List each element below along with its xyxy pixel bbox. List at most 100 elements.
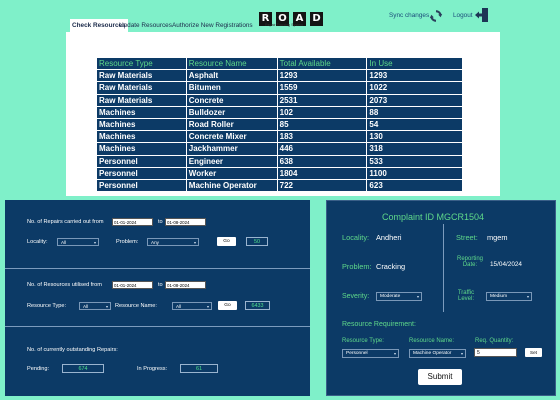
column-header: Resource Type	[96, 56, 187, 71]
complaint-panel: Complaint ID MGCR1504 Locality: Andheri …	[326, 200, 556, 396]
locality-value: Andheri	[376, 233, 402, 242]
resource-requirement-title: Resource Requirement:	[342, 321, 416, 328]
section-divider	[5, 326, 310, 327]
req-quantity-input[interactable]: 5	[474, 348, 517, 357]
problem-value: Cracking	[376, 262, 406, 271]
column-divider	[443, 224, 444, 312]
chevron-down-icon: ▾	[206, 304, 209, 309]
reporting-date-label: Reporting Date:	[455, 256, 485, 268]
resource-name-select[interactable]: All ▾	[172, 302, 212, 310]
reporting-date-value: 15/04/2024	[490, 261, 522, 268]
severity-select[interactable]: Moderate ▾	[376, 292, 422, 301]
set-button[interactable]: Set	[525, 348, 542, 357]
table-cell: Concrete Mixer	[185, 130, 278, 144]
table-cell: Asphalt	[185, 69, 278, 83]
table-cell: 1100	[366, 166, 463, 180]
top-nav-bar: Check Resources Update Resources Authori…	[66, 4, 500, 32]
requirement-resource-name-select[interactable]: Machine Operator ▾	[409, 349, 466, 358]
chevron-down-icon: ▾	[460, 351, 463, 356]
problem-select[interactable]: Any ▾	[147, 238, 199, 246]
locality-select[interactable]: All ▾	[57, 238, 99, 246]
table-cell: Concrete	[185, 93, 278, 107]
complaint-title: Complaint ID MGCR1504	[382, 212, 485, 222]
chevron-down-icon: ▾	[193, 240, 196, 245]
resource-name-label: Resource Name:	[115, 303, 157, 309]
table-row: Raw Materials Bitumen 1559 1022	[96, 81, 463, 95]
requirement-resource-name-value: Machine Operator	[413, 351, 452, 356]
table-row: Machines Concrete Mixer 183 130	[96, 130, 463, 144]
table-cell: 446	[276, 142, 368, 156]
repairs-from-date-input[interactable]: 01-01-2024	[112, 218, 153, 226]
locality-label: Locality:	[27, 239, 48, 245]
table-cell: Machines	[96, 142, 187, 156]
problem-label: Problem:	[342, 262, 372, 271]
logout-label[interactable]: Logout	[453, 12, 473, 19]
table-cell: Bulldozer	[185, 105, 278, 119]
in-progress-count-output: 61	[180, 364, 218, 373]
sync-icon[interactable]	[429, 9, 443, 23]
resources-go-button[interactable]: Go	[218, 301, 237, 310]
table-row: Raw Materials Concrete 2531 2073	[96, 93, 463, 107]
to-label: to	[158, 219, 163, 225]
statistics-panel: No. of Repairs carried out from 01-01-20…	[5, 200, 310, 396]
resource-type-select[interactable]: All ▾	[79, 302, 111, 310]
table-cell: Engineer	[185, 154, 278, 168]
repairs-go-button[interactable]: Go	[217, 237, 236, 246]
table-cell: Machine Operator	[185, 178, 278, 193]
chevron-down-icon: ▾	[416, 294, 419, 299]
street-label: Street:	[456, 233, 478, 242]
table-cell: 1804	[276, 166, 368, 180]
logout-icon[interactable]	[475, 7, 489, 23]
traffic-level-select-value: Medium	[490, 294, 508, 299]
resources-to-date-input[interactable]: 01-08-2024	[165, 281, 206, 289]
req-quantity-label: Req. Quantity:	[475, 338, 514, 344]
table-cell: 54	[366, 117, 463, 132]
sync-changes-label[interactable]: Sync changes	[389, 12, 429, 19]
resources-table: Resource Type Resource Name Total Availa…	[96, 56, 463, 193]
chevron-down-icon: ▾	[93, 240, 96, 245]
traffic-level-select[interactable]: Medium ▾	[486, 292, 532, 301]
table-cell: Personnel	[96, 178, 187, 193]
table-cell: 318	[366, 142, 463, 156]
table-cell: Machines	[96, 130, 187, 144]
chevron-down-icon: ▾	[526, 294, 529, 299]
table-cell: Machines	[96, 105, 187, 119]
table-cell: Raw Materials	[96, 81, 187, 95]
table-cell: 638	[276, 154, 368, 168]
table-cell: 85	[276, 117, 368, 132]
repairs-to-date-input[interactable]: 01-08-2024	[165, 218, 206, 226]
table-row: Personnel Worker 1804 1100	[96, 166, 463, 180]
problem-select-value: Any	[151, 240, 159, 245]
table-cell: 183	[276, 130, 368, 144]
table-cell: Personnel	[96, 166, 187, 180]
requirement-resource-type-value: Personnel	[346, 351, 368, 356]
locality-label: Locality:	[342, 233, 370, 242]
table-cell: Worker	[185, 166, 278, 180]
resources-from-date-input[interactable]: 01-01-2024	[112, 281, 153, 289]
pending-count-output: 674	[62, 364, 104, 373]
resource-name-select-value: All	[176, 304, 182, 309]
severity-select-value: Moderate	[380, 294, 401, 299]
table-row: Machines Jackhammer 446 318	[96, 142, 463, 156]
table-cell: 533	[366, 154, 463, 168]
column-header: Total Available	[276, 56, 368, 71]
table-cell: 1022	[366, 81, 463, 95]
repairs-range-label: No. of Repairs carried out from	[27, 219, 104, 225]
table-cell: 2531	[276, 93, 368, 107]
chevron-down-icon: ▾	[393, 351, 396, 356]
logo-subtitle: Repair Tracking System	[265, 23, 304, 27]
table-cell: 130	[366, 130, 463, 144]
pending-label: Pending:	[27, 366, 50, 372]
table-cell: Raw Materials	[96, 93, 187, 107]
submit-button[interactable]: Submit	[418, 369, 462, 385]
tab-authorize-registrations[interactable]: Authorize New Registrations	[172, 22, 253, 29]
table-row: Personnel Machine Operator 722 623	[96, 178, 463, 193]
check-resources-panel: Check Resources Update Resources Authori…	[66, 4, 500, 196]
table-row: Raw Materials Asphalt 1293 1293	[96, 69, 463, 83]
tab-update-resources[interactable]: Update Resources	[119, 22, 172, 29]
column-header: Resource Name	[185, 56, 278, 71]
in-progress-label: In Progress:	[137, 366, 168, 372]
requirement-resource-type-select[interactable]: Personnel ▾	[342, 349, 399, 358]
traffic-level-label: Traffic Level:	[455, 290, 477, 302]
section-divider	[5, 268, 310, 269]
